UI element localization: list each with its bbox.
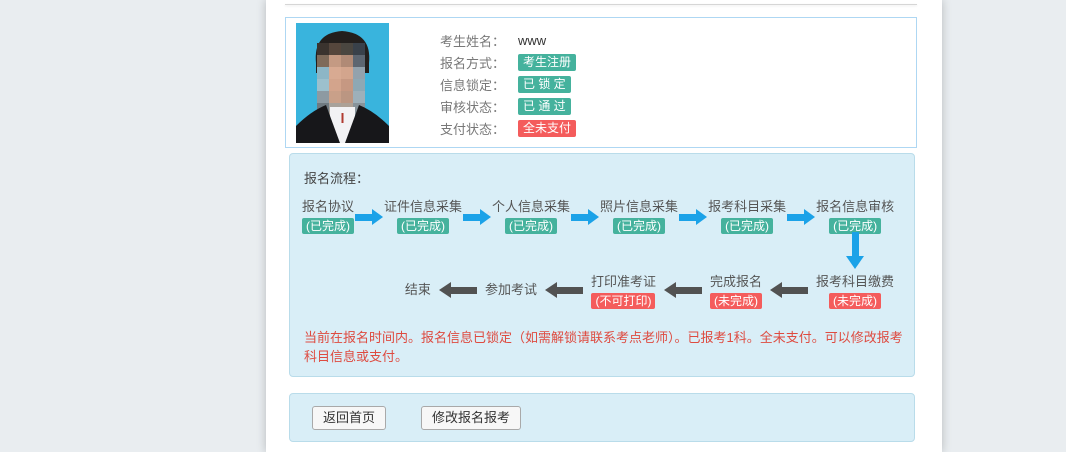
- candidate-fields: 考生姓名： www 报名方式： 考生注册 信息锁定： 已 锁 定 审核状态： 已…: [440, 29, 576, 139]
- flow-step-end: 结束: [405, 282, 431, 297]
- arrow-left-icon: [770, 282, 808, 298]
- status-badge: 已 通 过: [518, 98, 571, 115]
- arrow-right-icon: [463, 209, 491, 225]
- field-label: 信息锁定：: [440, 75, 514, 94]
- arrow-down-icon: [845, 232, 865, 269]
- actions-panel: 返回首页 修改报名报考: [289, 393, 915, 442]
- arrow-left-icon: [545, 282, 583, 298]
- arrow-right-icon: [787, 209, 815, 225]
- main-content: 考生姓名： www 报名方式： 考生注册 信息锁定： 已 锁 定 审核状态： 已…: [266, 0, 942, 452]
- arrow-right-icon: [571, 209, 599, 225]
- field-label: 审核状态：: [440, 97, 514, 116]
- info-row-name: 考生姓名： www: [440, 29, 576, 51]
- status-badge: 全未支付: [518, 120, 576, 137]
- status-badge: (已完成): [397, 218, 449, 234]
- arrow-left-icon: [439, 282, 477, 298]
- status-badge: (已完成): [721, 218, 773, 234]
- arrow-left-icon: [664, 282, 702, 298]
- flow-step-info-audit: 报名信息审核 (已完成): [816, 199, 894, 234]
- status-badge: (已完成): [505, 218, 557, 234]
- candidate-photo: [296, 23, 389, 143]
- flow-step-subject-collect: 报考科目采集 (已完成): [708, 199, 786, 234]
- status-badge: (不可打印): [591, 293, 655, 309]
- actions-group: 返回首页 修改报名报考: [312, 406, 521, 430]
- arrow-right-icon: [355, 209, 383, 225]
- registration-flow-panel: 报名流程： 报名协议 (已完成) 证件信息采集 (已完成) 个人信息采集 (已完…: [289, 153, 915, 377]
- flow-row-bottom: 结束 参加考试 打印准考证 (不可打印) 完成报名 (未完成) 报考科目缴费 (…: [405, 274, 894, 309]
- flow-step-photo-info: 照片信息采集 (已完成): [600, 199, 678, 234]
- flow-step-finish-register: 完成报名 (未完成): [710, 274, 762, 309]
- info-row-lock: 信息锁定： 已 锁 定: [440, 73, 576, 95]
- info-row-audit: 审核状态： 已 通 过: [440, 95, 576, 117]
- flow-step-personal-info: 个人信息采集 (已完成): [492, 199, 570, 234]
- status-badge: 已 锁 定: [518, 76, 571, 93]
- flow-step-print-ticket: 打印准考证 (不可打印): [591, 274, 656, 309]
- flow-step-agreement: 报名协议 (已完成): [302, 199, 354, 234]
- arrow-right-icon: [679, 209, 707, 225]
- field-label: 考生姓名：: [440, 31, 514, 50]
- modify-registration-button[interactable]: 修改报名报考: [421, 406, 521, 430]
- flow-row-top: 报名协议 (已完成) 证件信息采集 (已完成) 个人信息采集 (已完成) 照片信…: [302, 199, 894, 234]
- info-row-payment: 支付状态： 全未支付: [440, 117, 576, 139]
- info-row-method: 报名方式： 考生注册: [440, 51, 576, 73]
- status-badge: (未完成): [710, 293, 762, 309]
- flow-step-subject-payment: 报考科目缴费 (未完成): [816, 274, 894, 309]
- flow-status-note: 当前在报名时间内。报名信息已锁定（如需解锁请联系考点老师）。已报考1科。全未支付…: [304, 328, 910, 366]
- candidate-info-panel: 考生姓名： www 报名方式： 考生注册 信息锁定： 已 锁 定 审核状态： 已…: [285, 17, 917, 148]
- flow-step-take-exam: 参加考试: [485, 282, 537, 297]
- top-divider: [285, 4, 917, 5]
- back-home-button[interactable]: 返回首页: [312, 406, 386, 430]
- status-badge: (已完成): [302, 218, 354, 234]
- flow-title: 报名流程：: [304, 168, 369, 187]
- flow-step-id-info: 证件信息采集 (已完成): [384, 199, 462, 234]
- candidate-name-value: www: [518, 33, 546, 48]
- status-badge: (未完成): [829, 293, 881, 309]
- field-label: 报名方式：: [440, 53, 514, 72]
- status-badge: 考生注册: [518, 54, 576, 71]
- field-label: 支付状态：: [440, 119, 514, 138]
- status-badge: (已完成): [613, 218, 665, 234]
